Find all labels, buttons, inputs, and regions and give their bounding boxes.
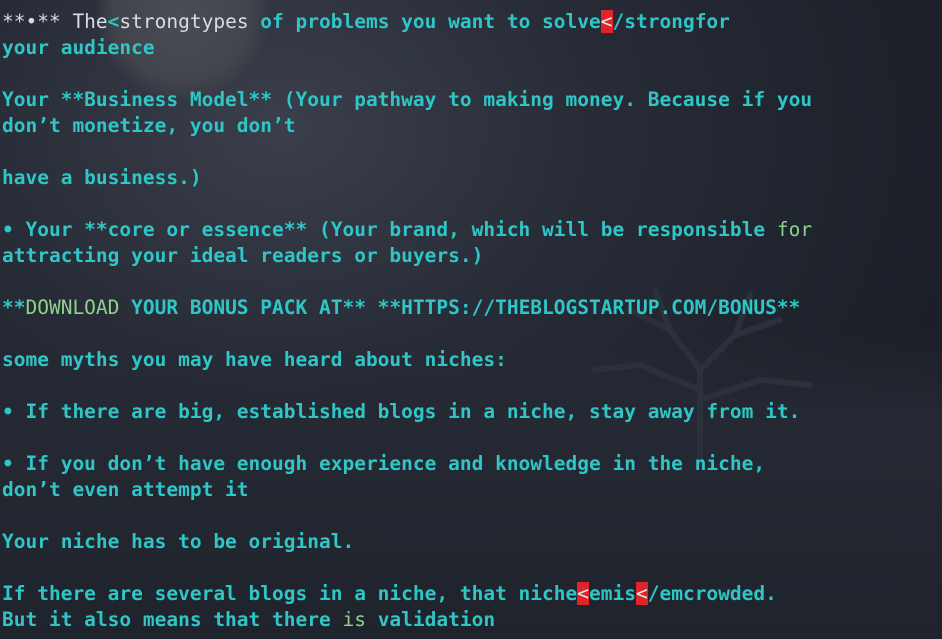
- terminal-text-content[interactable]: **•** The<strongtypes of problems you wa…: [2, 9, 940, 633]
- terminal-line: If there are several blogs in a niche, t…: [2, 581, 940, 607]
- terminal-line: **DOWNLOAD YOUR BONUS PACK AT** **HTTPS:…: [2, 295, 940, 321]
- line-text: is: [342, 608, 366, 631]
- line-text: DOWNLOAD: [25, 296, 120, 319]
- line-text: validation: [365, 608, 496, 631]
- terminal-line: attracting your ideal readers or buyers.…: [2, 243, 940, 269]
- line-text: /strongfor: [612, 10, 730, 33]
- line-text: don’t monetize, you don’t: [2, 114, 296, 137]
- line-text: **: [2, 296, 26, 319]
- terminal-line: But it also means that there is validati…: [2, 607, 940, 633]
- line-text: have a business.): [2, 166, 202, 189]
- line-text: /emcrowded.: [647, 582, 777, 605]
- terminal-line: some myths you may have heard about nich…: [2, 347, 940, 373]
- line-text: attracting your ideal readers or buyers.…: [2, 244, 484, 267]
- terminal-window[interactable]: **•** The<strongtypes of problems you wa…: [0, 0, 942, 639]
- terminal-line: your audience: [2, 35, 940, 61]
- highlighted-char: <: [600, 10, 613, 33]
- terminal-line: have a business.): [2, 165, 940, 191]
- line-text: • If there are big, established blogs in…: [2, 400, 801, 423]
- line-text: your audience: [2, 36, 155, 59]
- line-text: Your **Business Model** (Your pathway to…: [2, 88, 813, 111]
- terminal-line: Your **Business Model** (Your pathway to…: [2, 87, 940, 113]
- highlighted-char: <: [635, 582, 648, 605]
- terminal-line: • If you don’t have enough experience an…: [2, 451, 940, 477]
- terminal-line: don’t even attempt it: [2, 477, 940, 503]
- line-text: • Your **core or essence** (Your brand, …: [2, 218, 777, 241]
- line-text: <: [107, 10, 120, 33]
- terminal-line: • Your **core or essence** (Your brand, …: [2, 217, 940, 243]
- line-text: YOUR BONUS PACK AT** **HTTPS://THEBLOGST…: [119, 296, 801, 319]
- line-text: But it also means that there: [2, 608, 343, 631]
- line-text: don’t even attempt it: [2, 478, 249, 501]
- line-text: of problems you want to solve: [248, 10, 601, 33]
- terminal-line: • If there are big, established blogs in…: [2, 399, 940, 425]
- line-text: Your niche has to be original.: [2, 530, 355, 553]
- terminal-line: Your niche has to be original.: [2, 529, 940, 555]
- terminal-line: **•** The<strongtypes of problems you wa…: [2, 9, 940, 35]
- line-text: • If you don’t have enough experience an…: [2, 452, 766, 475]
- line-text: some myths you may have heard about nich…: [2, 348, 507, 371]
- line-text: If there are several blogs in a niche, t…: [2, 582, 578, 605]
- line-text: **•** The: [2, 10, 108, 33]
- line-text: strongtypes: [119, 10, 249, 33]
- line-text: emis: [589, 582, 636, 605]
- terminal-line: don’t monetize, you don’t: [2, 113, 940, 139]
- highlighted-char: <: [577, 582, 590, 605]
- line-text: for: [776, 218, 813, 241]
